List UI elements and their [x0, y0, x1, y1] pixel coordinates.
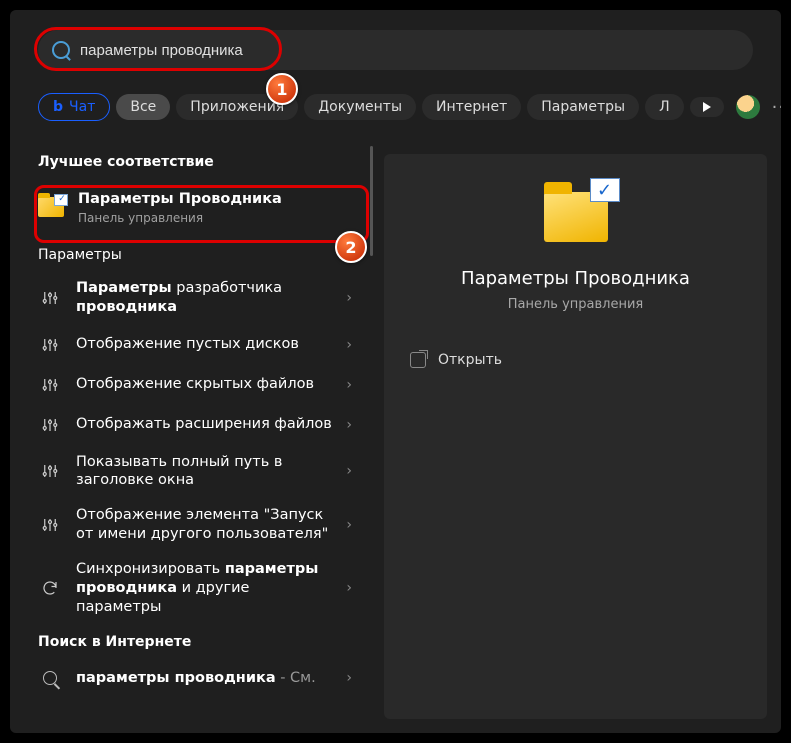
more-menu-button[interactable]: ···: [766, 97, 781, 118]
tab-all-label: Все: [130, 99, 156, 115]
param-item-label: Отображение скрытых файлов: [76, 375, 332, 394]
tab-chat[interactable]: b Чат: [38, 93, 110, 121]
results-scrollbar[interactable]: [370, 146, 376, 723]
annotation-badge-1: 1: [266, 73, 298, 105]
open-external-icon: [410, 352, 426, 368]
param-item-sync[interactable]: Синхронизировать параметры проводника и …: [10, 552, 370, 625]
results-list[interactable]: Лучшее соответствие ✓ Параметры Проводни…: [10, 140, 370, 733]
tab-more-label: Л: [659, 99, 670, 115]
checkmark-icon: ✓: [590, 178, 620, 202]
detail-card: ✓ Параметры Проводника Панель управления…: [384, 154, 767, 719]
param-item-dev[interactable]: Параметры разработчика проводника ›: [10, 271, 370, 325]
section-web-search: Поиск в Интернете: [10, 624, 370, 658]
play-icon: [703, 102, 711, 112]
param-item-label: Отображать расширения файлов: [76, 415, 332, 434]
user-avatar[interactable]: [736, 95, 760, 119]
chevron-right-icon: ›: [346, 377, 352, 393]
tab-documents[interactable]: Документы: [304, 94, 416, 120]
tab-chat-label: Чат: [69, 99, 95, 115]
param-item-sync-text: Синхронизировать параметры проводника и …: [76, 560, 332, 617]
param-item-run-as[interactable]: Отображение элемента "Запуск от имени др…: [10, 498, 370, 552]
best-match-item[interactable]: ✓ Параметры Проводника Панель управления: [10, 178, 370, 237]
param-item-extensions[interactable]: Отображать расширения файлов ›: [10, 405, 370, 445]
best-match-title: Параметры Проводника: [78, 191, 282, 207]
scrollbar-thumb[interactable]: [370, 146, 373, 256]
chevron-right-icon: ›: [346, 670, 352, 686]
web-search-text: параметры проводника - См.: [76, 669, 332, 688]
annotation-badge-2: 2: [335, 231, 367, 263]
folder-options-icon: ✓: [38, 197, 64, 217]
web-search-item[interactable]: параметры проводника - См. ›: [10, 658, 370, 698]
search-bar[interactable]: [38, 30, 753, 70]
search-bar-wrap: [10, 10, 781, 78]
tab-documents-label: Документы: [318, 99, 402, 115]
detail-title: Параметры Проводника: [461, 268, 690, 289]
best-match-text: Параметры Проводника Панель управления: [78, 190, 352, 225]
best-match-subtitle: Панель управления: [78, 211, 352, 225]
tab-settings-label: Параметры: [541, 99, 625, 115]
tab-web-label: Интернет: [436, 99, 507, 115]
chevron-right-icon: ›: [346, 337, 352, 353]
chevron-right-icon: ›: [346, 580, 352, 596]
param-item-dev-text: Параметры разработчика проводника: [76, 279, 332, 317]
detail-pane: ✓ Параметры Проводника Панель управления…: [370, 140, 781, 733]
bing-b-icon: b: [53, 99, 63, 115]
param-item-hidden-files[interactable]: Отображение скрытых файлов ›: [10, 365, 370, 405]
section-best-match: Лучшее соответствие: [10, 144, 370, 178]
tab-apps-label: Приложения: [190, 99, 284, 115]
chevron-right-icon: ›: [346, 517, 352, 533]
settings-sliders-icon: [38, 333, 62, 357]
param-item-label: Отображение элемента "Запуск от имени др…: [76, 506, 332, 544]
chevron-right-icon: ›: [346, 290, 352, 306]
settings-sliders-icon: [38, 413, 62, 437]
search-panel: b Чат Все Приложения Документы Интернет …: [10, 10, 781, 733]
param-item-label: Показывать полный путь в заголовке окна: [76, 453, 332, 491]
search-input[interactable]: [80, 42, 739, 59]
param-item-label: Отображение пустых дисков: [76, 335, 332, 354]
chevron-right-icon: ›: [346, 417, 352, 433]
settings-sliders-icon: [38, 286, 62, 310]
param-item-empty-drives[interactable]: Отображение пустых дисков ›: [10, 325, 370, 365]
open-action[interactable]: Открыть: [404, 340, 747, 380]
tab-web[interactable]: Интернет: [422, 94, 521, 120]
folder-options-icon: ✓: [544, 192, 608, 242]
tab-play[interactable]: [690, 97, 724, 117]
settings-sliders-icon: [38, 459, 62, 483]
content-split: Лучшее соответствие ✓ Параметры Проводни…: [10, 140, 781, 733]
detail-icon-wrap: ✓ Параметры Проводника Панель управления: [404, 184, 747, 340]
filter-tabs: b Чат Все Приложения Документы Интернет …: [10, 78, 781, 140]
section-parameters: Параметры: [10, 237, 370, 271]
open-label: Открыть: [438, 352, 502, 368]
tab-all[interactable]: Все: [116, 94, 170, 120]
settings-sliders-icon: [38, 513, 62, 537]
sync-icon: [38, 576, 62, 600]
tab-settings[interactable]: Параметры: [527, 94, 639, 120]
chevron-right-icon: ›: [346, 463, 352, 479]
search-icon: [38, 666, 62, 690]
search-icon: [52, 41, 70, 59]
settings-sliders-icon: [38, 373, 62, 397]
param-item-full-path[interactable]: Показывать полный путь в заголовке окна …: [10, 445, 370, 499]
tab-more-partial[interactable]: Л: [645, 94, 684, 120]
detail-subtitle: Панель управления: [508, 297, 644, 312]
